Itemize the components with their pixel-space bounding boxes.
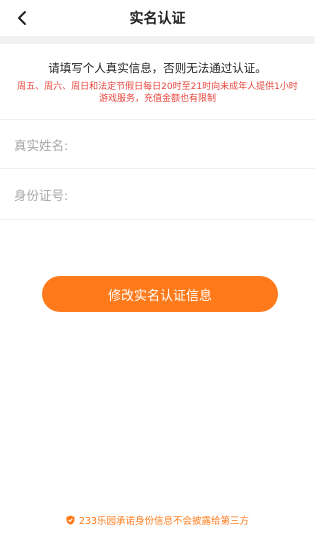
divider xyxy=(0,168,315,169)
notice-text: 请填写个人真实信息，否则无法通过认证。 xyxy=(48,61,267,75)
shield-icon xyxy=(66,515,75,525)
modify-verification-button[interactable]: 修改实名认证信息 xyxy=(42,276,278,312)
real-name-label: 真实姓名: xyxy=(14,137,69,153)
real-name-row: 真实姓名: xyxy=(0,126,315,162)
header-divider xyxy=(0,36,315,44)
top-bar: 实名认证 xyxy=(0,0,315,36)
divider xyxy=(0,219,315,220)
divider xyxy=(0,119,315,120)
minor-warning-text: 周五、周六、周日和法定节假日每日20时至21时向未成年人提供1小时游戏服务，充值… xyxy=(17,82,298,104)
id-number-row: 身份证号: xyxy=(0,176,315,212)
real-name-input[interactable] xyxy=(72,129,301,159)
page-title: 实名认证 xyxy=(129,11,186,27)
privacy-text: 233乐园承诺身份信息不会披露给第三方 xyxy=(78,516,250,527)
id-number-input[interactable] xyxy=(72,179,301,209)
id-number-label: 身份证号: xyxy=(14,187,69,203)
back-button[interactable] xyxy=(12,8,32,28)
chevron-left-icon xyxy=(18,11,26,25)
privacy-footer: 233乐园承诺身份信息不会披露给第三方 xyxy=(0,513,315,527)
